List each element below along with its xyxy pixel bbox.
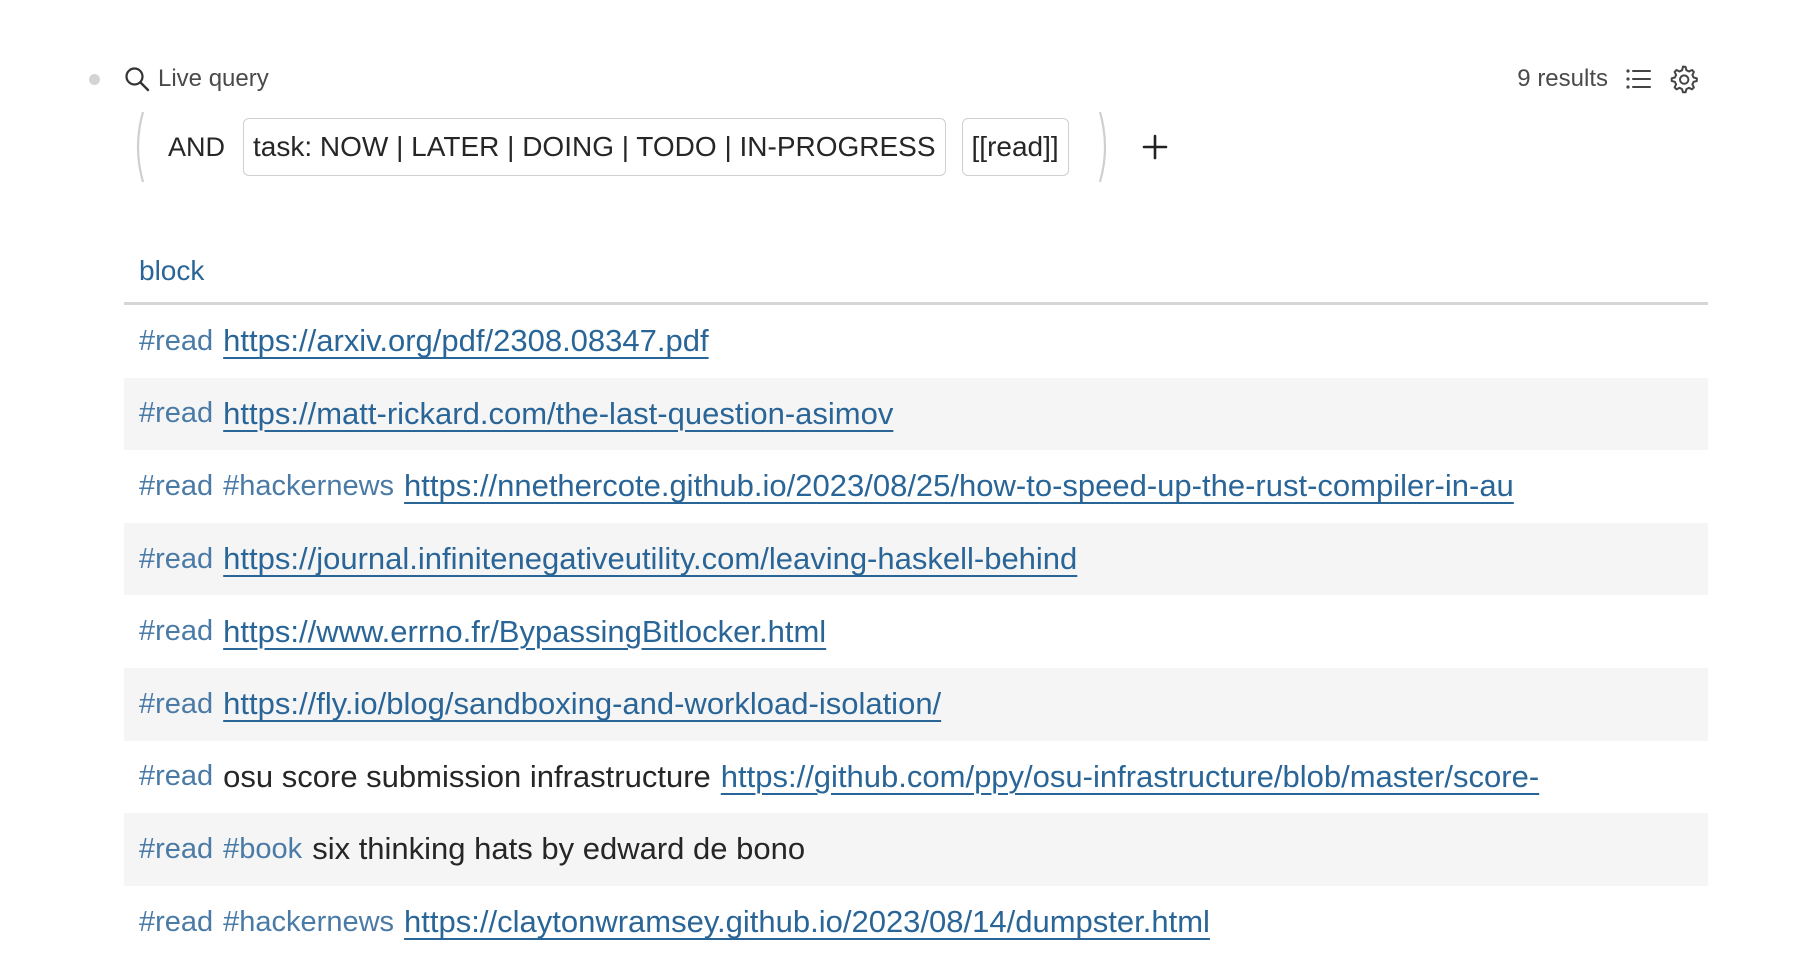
results-table: block #read https://arxiv.org/pdf/2308.08… [124,240,1708,958]
query-header: Live query [124,62,269,96]
search-icon [124,66,150,92]
tag-link[interactable]: #read [139,397,213,430]
tag-link[interactable]: #read [139,906,213,939]
table-row[interactable]: #read https://arxiv.org/pdf/2308.08347.pd… [124,305,1708,378]
external-link[interactable]: https://fly.io/blog/sandboxing-and-workl… [223,686,941,722]
results-count: 9 results [1517,65,1608,92]
table-row[interactable]: #read osu score submission infrastructure… [124,741,1708,814]
query-builder: AND task: NOW | LATER | DOING | TODO | I… [132,110,1171,184]
external-link[interactable]: https://arxiv.org/pdf/2308.08347.pdf [223,323,708,359]
table-row[interactable]: #read https://matt-rickard.com/the-last-q… [124,377,1708,451]
block-bullet[interactable] [89,74,100,85]
query-clause-page[interactable]: [[read]] [961,118,1069,176]
external-link[interactable]: https://claytonwramsey.github.io/2023/08… [404,904,1210,940]
table-row[interactable]: #read https://journal.infinitenegativeuti… [124,522,1708,596]
external-link[interactable]: https://matt-rickard.com/the-last-questi… [223,396,893,432]
table-row[interactable]: #read https://www.errno.fr/BypassingBitlo… [124,595,1708,668]
external-link[interactable]: https://github.com/ppy/osu-infrastructur… [721,759,1539,795]
external-link[interactable]: https://www.errno.fr/BypassingBitlocker.… [223,614,826,650]
tag-link[interactable]: #hackernews [223,470,394,503]
results-rows: #read https://arxiv.org/pdf/2308.08347.pd… [124,305,1708,958]
table-row[interactable]: #read #hackernews https://claytonwramsey.g… [124,886,1708,959]
table-row[interactable]: #read #hackernews https://nnethercote.gith… [124,450,1708,523]
plus-icon[interactable] [1139,131,1171,163]
table-row[interactable]: #read #book six thinking hats by edward de… [124,813,1708,886]
table-row[interactable]: #read https://fly.io/blog/sandboxing-and-… [124,667,1708,741]
tag-link[interactable]: #read [139,760,213,793]
tag-link[interactable]: #book [223,833,302,866]
tag-link[interactable]: #read [139,615,213,648]
query-operator[interactable]: AND [168,132,225,163]
tag-link[interactable]: #read [139,470,213,503]
external-link[interactable]: https://nnethercote.github.io/2023/08/25… [404,468,1514,504]
query-title: Live query [158,65,269,92]
block-text: osu score submission infrastructure [223,758,711,794]
open-paren-icon [132,110,145,184]
tag-link[interactable]: #read [139,688,213,721]
query-toolbar: 9 results [1517,62,1698,96]
block-text: six thinking hats by edward de bono [312,831,806,867]
query-clause-task[interactable]: task: NOW | LATER | DOING | TODO | IN-PR… [243,118,946,176]
tag-link[interactable]: #read [139,543,213,576]
tag-link[interactable]: #read [139,833,213,866]
list-icon[interactable] [1624,65,1652,93]
close-paren-icon [1098,110,1111,184]
tag-link[interactable]: #hackernews [223,906,394,939]
gear-icon[interactable] [1668,64,1698,94]
external-link[interactable]: https://journal.infinitenegativeutility.… [223,541,1077,577]
column-header-block[interactable]: block [124,240,1708,305]
tag-link[interactable]: #read [139,325,213,358]
